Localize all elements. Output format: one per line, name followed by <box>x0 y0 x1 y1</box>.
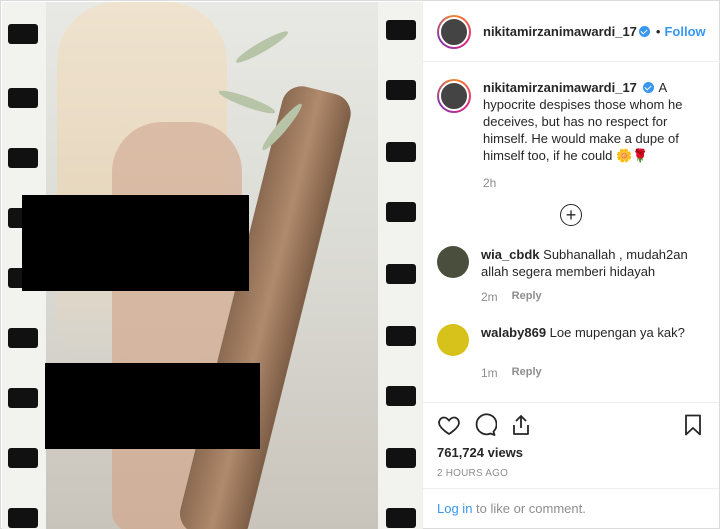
view-count[interactable]: 761,724 views <box>437 445 705 460</box>
film-hole <box>386 80 416 100</box>
comment-meta: 2m Reply <box>481 290 705 304</box>
post-media[interactable] <box>2 2 422 529</box>
commenter-username[interactable]: walaby869 <box>481 325 546 340</box>
comment-body: Loe mupengan ya kak? <box>549 325 685 340</box>
film-hole <box>386 264 416 284</box>
share-icon[interactable] <box>509 413 533 437</box>
film-hole <box>8 448 38 468</box>
censor-bar-bottom <box>45 363 260 449</box>
comment-timestamp[interactable]: 2m <box>481 290 498 304</box>
login-link[interactable]: Log in <box>437 501 472 516</box>
film-hole <box>8 24 38 44</box>
post-actions: 761,724 views 2 HOURS AGO <box>423 402 719 488</box>
film-hole <box>386 508 416 528</box>
load-more-comments-button[interactable]: + <box>560 204 582 226</box>
post-timestamp[interactable]: 2 HOURS AGO <box>437 468 705 479</box>
comment-text: wia_cbdk Subhanallah , mudah2an allah se… <box>481 246 705 280</box>
censor-bar-top <box>22 195 249 291</box>
post-header: nikitamirzanimawardi_17 • Follow <box>423 2 720 62</box>
comment-text: walaby869 Loe mupengan ya kak? <box>481 324 705 356</box>
caption-timestamp[interactable]: 2h <box>483 176 705 190</box>
header-separator: • <box>655 24 661 39</box>
post-side-panel: nikitamirzanimawardi_17 • Follow nikitam… <box>422 2 720 529</box>
verified-badge-icon <box>642 82 654 93</box>
film-hole <box>386 386 416 406</box>
login-prompt: Log in to like or comment. <box>423 488 719 528</box>
reply-button[interactable]: Reply <box>512 290 542 304</box>
film-hole <box>8 328 38 348</box>
comment-timestamp[interactable]: 1m <box>481 366 498 380</box>
commenter-username[interactable]: wia_cbdk <box>481 247 540 262</box>
action-icons <box>437 409 705 441</box>
commenter-avatar[interactable] <box>437 324 469 356</box>
author-username[interactable]: nikitamirzanimawardi_17 <box>483 24 637 39</box>
heart-icon[interactable] <box>437 413 461 437</box>
caption-text: nikitamirzanimawardi_17 A hypocrite desp… <box>483 79 703 164</box>
caption-author-avatar[interactable] <box>437 79 471 113</box>
comment-item: wia_cbdk Subhanallah , mudah2an allah se… <box>437 246 705 280</box>
caption-username[interactable]: nikitamirzanimawardi_17 <box>483 80 637 95</box>
film-hole <box>8 388 38 408</box>
film-strip-right <box>378 2 422 529</box>
comment-meta: 1m Reply <box>481 366 705 380</box>
film-hole <box>386 142 416 162</box>
film-hole <box>386 448 416 468</box>
comment-item: walaby869 Loe mupengan ya kak? <box>437 324 705 356</box>
film-hole <box>8 148 38 168</box>
film-hole <box>8 88 38 108</box>
author-avatar[interactable] <box>437 14 471 49</box>
login-prompt-text: to like or comment. <box>472 501 586 516</box>
comment-icon[interactable] <box>473 413 497 437</box>
film-hole <box>386 326 416 346</box>
media-leaf <box>233 27 291 67</box>
post-frame: nikitamirzanimawardi_17 • Follow nikitam… <box>0 0 720 529</box>
follow-button[interactable]: Follow <box>664 24 705 39</box>
film-hole <box>386 20 416 40</box>
bookmark-icon[interactable] <box>681 413 705 437</box>
verified-badge-icon <box>638 26 650 37</box>
reply-button[interactable]: Reply <box>512 366 542 380</box>
comments-section[interactable]: nikitamirzanimawardi_17 A hypocrite desp… <box>423 63 719 402</box>
film-hole <box>386 202 416 222</box>
commenter-avatar[interactable] <box>437 246 469 278</box>
caption: nikitamirzanimawardi_17 A hypocrite desp… <box>437 79 705 164</box>
film-hole <box>8 508 38 528</box>
